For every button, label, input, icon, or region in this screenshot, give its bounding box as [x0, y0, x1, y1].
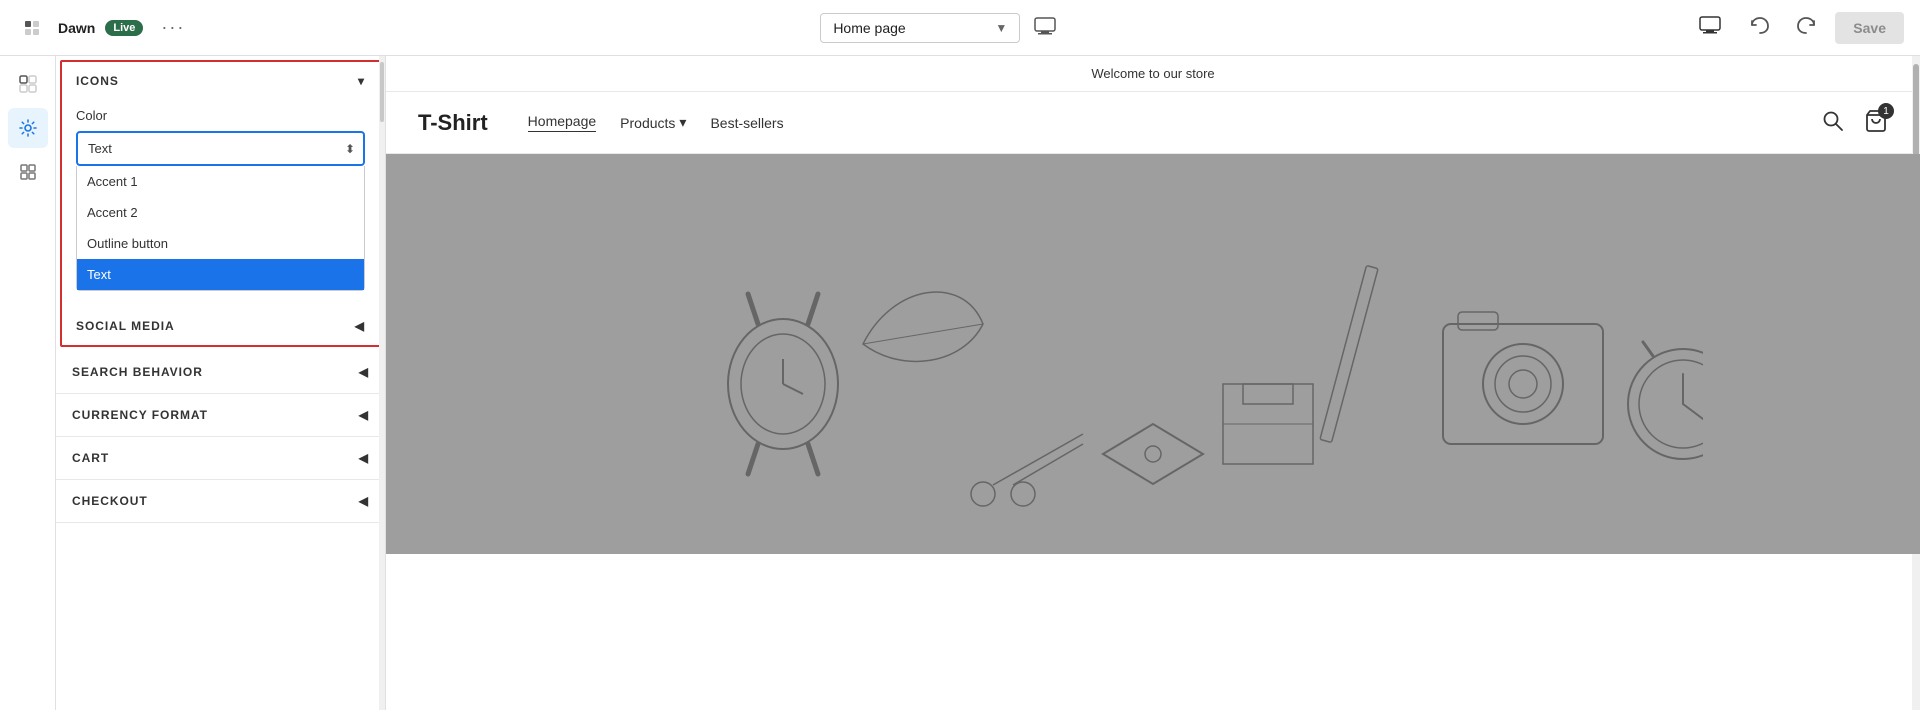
nav-products-label: Products	[620, 115, 675, 131]
store-navbar: T-Shirt Homepage Products ▾ Best-sellers	[386, 92, 1920, 154]
live-badge: Live	[105, 20, 143, 36]
dropdown-option-accent2[interactable]: Accent 2	[77, 197, 364, 228]
checkout-arrow-icon: ◀	[359, 494, 369, 508]
store-announcement-bar: Welcome to our store	[386, 56, 1920, 92]
undo-button[interactable]	[1739, 10, 1779, 45]
cart-badge: 1	[1878, 103, 1894, 119]
store-logo: T-Shirt	[418, 110, 488, 136]
nav-item-homepage[interactable]: Homepage	[528, 113, 597, 132]
redo-button[interactable]	[1787, 10, 1827, 45]
search-behavior-section[interactable]: SEARCH BEHAVIOR ◀	[56, 351, 385, 394]
dropdown-option-text[interactable]: Text	[77, 259, 364, 290]
topbar-left: Dawn Live ···	[16, 12, 193, 44]
cart-label: CART	[72, 451, 109, 465]
main-layout: ICONS ▾ Color Accent 1 Accent 2 Outline …	[0, 56, 1920, 710]
back-button[interactable]	[16, 12, 48, 44]
icons-section-header[interactable]: ICONS ▾	[62, 62, 379, 100]
dropdown-option-outline[interactable]: Outline button	[77, 228, 364, 259]
page-selector-arrow-icon: ▼	[995, 21, 1007, 35]
preview-mode-button[interactable]	[1028, 11, 1062, 44]
cart-arrow-icon: ◀	[359, 451, 369, 465]
checkout-section[interactable]: CHECKOUT ◀	[56, 480, 385, 523]
icons-section: ICONS ▾ Color Accent 1 Accent 2 Outline …	[60, 60, 381, 347]
store-nav: Homepage Products ▾ Best-sellers	[528, 113, 1818, 132]
currency-format-label: CURRENCY FORMAT	[72, 408, 208, 422]
social-media-collapse-icon: ◀	[355, 319, 365, 333]
social-media-label: SOCIAL MEDIA	[76, 319, 175, 333]
store-nav-actions: 1	[1818, 106, 1888, 139]
color-label: Color	[76, 108, 365, 123]
icon-sidebar	[0, 56, 56, 710]
preview-area: Welcome to our store T-Shirt Homepage Pr…	[386, 56, 1920, 710]
search-behavior-arrow-icon: ◀	[359, 365, 369, 379]
cart-section[interactable]: CART ◀	[56, 437, 385, 480]
color-select[interactable]: Accent 1 Accent 2 Outline button Text	[78, 133, 363, 164]
sidebar-item-sections[interactable]	[8, 64, 48, 104]
page-selector[interactable]: Home page ▼	[820, 13, 1020, 43]
checkout-label: CHECKOUT	[72, 494, 148, 508]
store-hero	[386, 154, 1920, 554]
color-select-wrapper: Accent 1 Accent 2 Outline button Text ⬍	[76, 131, 365, 166]
icons-content: Color Accent 1 Accent 2 Outline button T…	[62, 100, 379, 307]
social-media-section[interactable]: SOCIAL MEDIA ◀	[62, 307, 379, 345]
topbar-center: Home page ▼	[205, 11, 1677, 44]
icons-section-collapse-icon: ▾	[358, 74, 365, 88]
cart-icon-wrapper[interactable]: 1	[1864, 109, 1888, 136]
nav-item-bestsellers[interactable]: Best-sellers	[710, 115, 783, 131]
topbar: Dawn Live ··· Home page ▼	[0, 0, 1920, 56]
dropdown-options: Accent 1 Accent 2 Outline button Text	[76, 166, 365, 291]
search-behavior-label: SEARCH BEHAVIOR	[72, 365, 203, 379]
save-button[interactable]: Save	[1835, 12, 1904, 44]
currency-format-section[interactable]: CURRENCY FORMAT ◀	[56, 394, 385, 437]
more-button[interactable]: ···	[153, 13, 193, 42]
nav-products-dropdown-icon: ▾	[679, 114, 686, 131]
hero-illustration	[603, 164, 1703, 544]
nav-item-products[interactable]: Products ▾	[620, 114, 686, 131]
desktop-view-button[interactable]	[1689, 10, 1731, 45]
theme-name: Dawn	[58, 20, 95, 36]
search-button[interactable]	[1818, 106, 1848, 139]
sidebar-item-add[interactable]	[8, 152, 48, 192]
sidebar-item-theme-settings[interactable]	[8, 108, 48, 148]
topbar-right: Save	[1689, 10, 1904, 45]
icons-section-label: ICONS	[76, 74, 119, 88]
currency-format-arrow-icon: ◀	[359, 408, 369, 422]
settings-panel: ICONS ▾ Color Accent 1 Accent 2 Outline …	[56, 56, 386, 710]
announcement-text: Welcome to our store	[1091, 66, 1214, 81]
dropdown-option-accent1[interactable]: Accent 1	[77, 166, 364, 197]
page-selector-label: Home page	[833, 20, 905, 36]
